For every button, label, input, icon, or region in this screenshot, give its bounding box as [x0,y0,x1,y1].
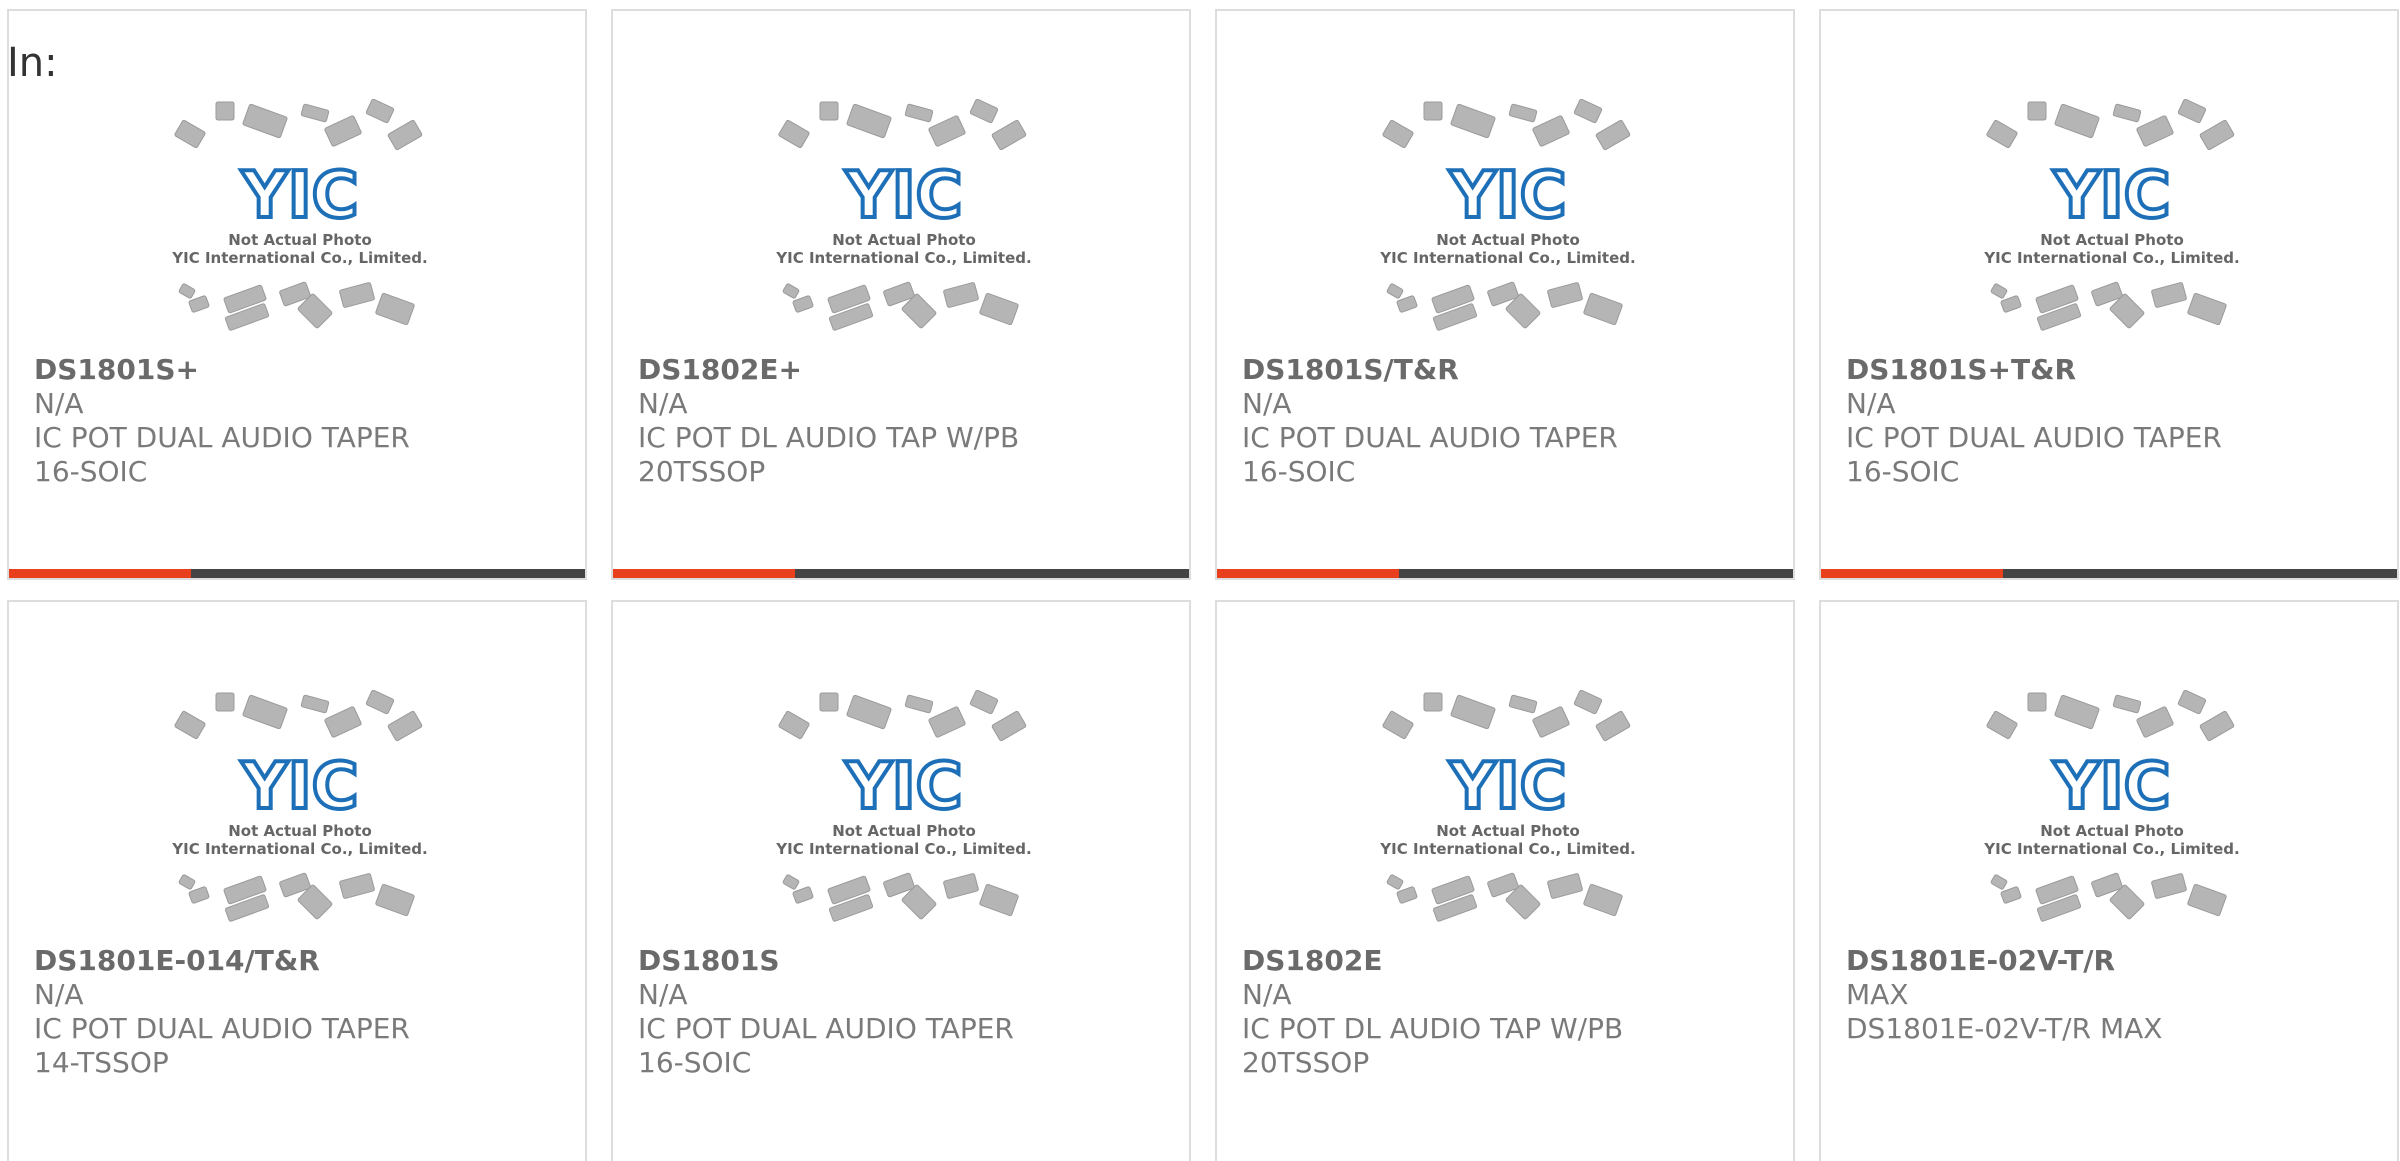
product-part-number[interactable]: DS1801S+ [34,353,464,387]
product-description: IC POT DUAL AUDIO TAPER 14-TSSOP [34,1012,410,1079]
svg-text:YIC: YIC [844,159,962,233]
product-part-number[interactable]: DS1801S/T&R [1242,353,1672,387]
svg-text:Not Actual Photo: Not Actual Photo [228,822,372,840]
product-manufacturer: N/A [1242,387,1292,420]
ic-chip-placeholder-icon: YICNot Actual PhotoYIC International Co.… [1983,690,2240,922]
svg-text:YIC International Co., Limited: YIC International Co., Limited. [1983,840,2239,858]
product-part-number[interactable]: DS1801S [638,944,1068,978]
svg-text:Not Actual Photo: Not Actual Photo [2040,231,2184,249]
svg-text:YIC: YIC [240,159,358,233]
ic-chip-placeholder-icon: YICNot Actual PhotoYIC International Co.… [1983,99,2240,331]
svg-text:YIC: YIC [2052,159,2170,233]
svg-text:Not Actual Photo: Not Actual Photo [1436,231,1580,249]
product-description: IC POT DUAL AUDIO TAPER 16-SOIC [638,1012,1014,1079]
card-accent-red [9,569,191,578]
product-manufacturer: N/A [34,978,84,1011]
product-card[interactable]: YIC Not Actual Photo YIC International Co.… [7,9,587,580]
ic-chip-placeholder-icon: YICNot Actual PhotoYIC International Co.… [171,690,428,922]
svg-text:YIC International Co., Limited: YIC International Co., Limited. [1983,249,2239,267]
ic-chip-placeholder-icon: YICNot Actual PhotoYIC International Co.… [775,690,1032,922]
svg-text:YIC: YIC [240,750,358,824]
product-description: IC POT DUAL AUDIO TAPER 16-SOIC [1846,421,2222,488]
svg-text:Not Actual Photo: Not Actual Photo [832,822,976,840]
product-part-number[interactable]: DS1801E-02V-T/R [1846,944,2276,978]
svg-text:YIC International Co., Limited: YIC International Co., Limited. [171,840,427,858]
product-info: DS1801S+T&R N/A IC POT DUAL AUDIO TAPER … [1846,353,2276,489]
product-description: IC POT DL AUDIO TAP W/PB 20TSSOP [638,421,1020,488]
product-card[interactable]: YIC Not Actual Photo YIC International Co.… [1215,600,1795,1161]
product-card[interactable]: YIC Not Actual Photo YIC International Co.… [1215,9,1795,580]
product-description: IC POT DUAL AUDIO TAPER 16-SOIC [34,421,410,488]
product-info: DS1801S/T&R N/A IC POT DUAL AUDIO TAPER … [1242,353,1672,489]
svg-text:YIC: YIC [1448,750,1566,824]
ic-chip-placeholder-icon: YICNot Actual PhotoYIC International Co.… [171,99,428,331]
svg-text:Not Actual Photo: Not Actual Photo [1436,822,1580,840]
product-card[interactable]: YIC Not Actual Photo YIC International Co.… [1819,9,2399,580]
product-info: DS1801E-014/T&R N/A IC POT DUAL AUDIO TA… [34,944,464,1080]
in-label: In: [7,40,58,86]
svg-text:YIC International Co., Limited: YIC International Co., Limited. [1379,249,1635,267]
svg-text:Not Actual Photo: Not Actual Photo [2040,822,2184,840]
product-description: IC POT DUAL AUDIO TAPER 16-SOIC [1242,421,1618,488]
svg-text:YIC International Co., Limited: YIC International Co., Limited. [1379,840,1635,858]
product-description: DS1801E-02V-T/R MAX [1846,1012,2163,1045]
product-info: DS1801S N/A IC POT DUAL AUDIO TAPER 16-S… [638,944,1068,1080]
product-grid: YIC Not Actual Photo YIC International Co.… [7,9,2400,1161]
card-accent-red [613,569,795,578]
product-card[interactable]: YIC Not Actual Photo YIC International Co.… [611,9,1191,580]
product-description: IC POT DL AUDIO TAP W/PB 20TSSOP [1242,1012,1624,1079]
ic-chip-placeholder-icon: YICNot Actual PhotoYIC International Co.… [1379,690,1636,922]
product-manufacturer: N/A [638,978,688,1011]
product-manufacturer: N/A [638,387,688,420]
product-part-number[interactable]: DS1802E [1242,944,1672,978]
product-card[interactable]: YIC Not Actual Photo YIC International Co.… [1819,600,2399,1161]
product-info: DS1801S+ N/A IC POT DUAL AUDIO TAPER 16-… [34,353,464,489]
product-manufacturer: MAX [1846,978,1909,1011]
product-grid-page: In: YIC Not Actual Photo YIC International… [0,0,2400,1161]
ic-chip-placeholder-icon: YICNot Actual PhotoYIC International Co.… [775,99,1032,331]
svg-text:YIC: YIC [844,750,962,824]
product-info: DS1801E-02V-T/R MAX DS1801E-02V-T/R MAX [1846,944,2276,1046]
product-part-number[interactable]: DS1801E-014/T&R [34,944,464,978]
product-manufacturer: N/A [34,387,84,420]
product-info: DS1802E+ N/A IC POT DL AUDIO TAP W/PB 20… [638,353,1068,489]
product-part-number[interactable]: DS1801S+T&R [1846,353,2276,387]
card-accent-bar [1821,569,2397,578]
svg-text:YIC: YIC [2052,750,2170,824]
ic-chip-placeholder-icon: YICNot Actual PhotoYIC International Co.… [1379,99,1636,331]
card-accent-red [1217,569,1399,578]
svg-text:Not Actual Photo: Not Actual Photo [832,231,976,249]
card-accent-red [1821,569,2003,578]
svg-text:Not Actual Photo: Not Actual Photo [228,231,372,249]
product-info: DS1802E N/A IC POT DL AUDIO TAP W/PB 20T… [1242,944,1672,1080]
product-card[interactable]: YIC Not Actual Photo YIC International Co.… [611,600,1191,1161]
card-accent-bar [1217,569,1793,578]
card-accent-bar [9,569,585,578]
product-card[interactable]: YIC Not Actual Photo YIC International Co.… [7,600,587,1161]
svg-text:YIC International Co., Limited: YIC International Co., Limited. [775,840,1031,858]
svg-text:YIC International Co., Limited: YIC International Co., Limited. [775,249,1031,267]
svg-text:YIC: YIC [1448,159,1566,233]
product-manufacturer: N/A [1846,387,1896,420]
product-part-number[interactable]: DS1802E+ [638,353,1068,387]
card-accent-bar [613,569,1189,578]
svg-text:YIC International Co., Limited: YIC International Co., Limited. [171,249,427,267]
product-manufacturer: N/A [1242,978,1292,1011]
